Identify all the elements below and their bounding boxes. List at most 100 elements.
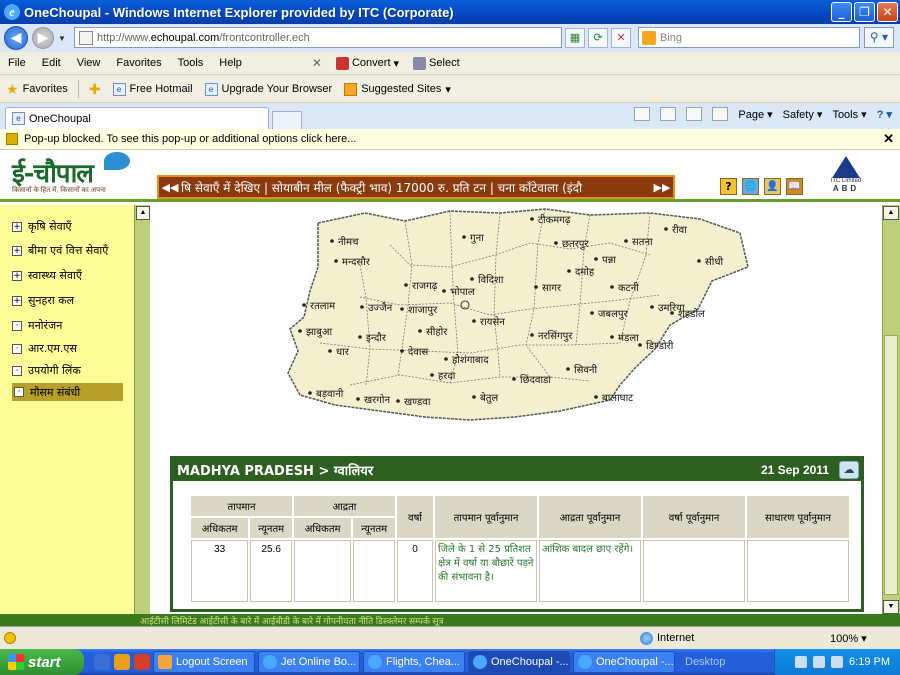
- sidebar-item-weather[interactable]: · मौसम संबंधी: [12, 383, 123, 401]
- compatibility-icon[interactable]: ▦: [565, 28, 585, 48]
- district-label[interactable]: झाबुआ: [306, 327, 333, 338]
- task-onechoupal-1[interactable]: OneChoupal -...: [468, 651, 570, 673]
- search-button[interactable]: ⚲ ▾: [864, 27, 894, 48]
- menu-tools[interactable]: Tools: [170, 57, 212, 69]
- district-label[interactable]: राजगढ़: [412, 281, 438, 292]
- refresh-icon[interactable]: ⟳: [588, 28, 608, 48]
- district-label[interactable]: सीधी: [705, 256, 724, 268]
- district-label[interactable]: मन्दसौर: [342, 256, 371, 268]
- district-label[interactable]: दमोह: [575, 266, 595, 278]
- fav-upgrade-browser[interactable]: e Upgrade Your Browser: [199, 82, 339, 96]
- district-label[interactable]: नीमच: [338, 236, 359, 248]
- page-scrollbar[interactable]: ▲ ▼: [882, 205, 900, 615]
- page-menu[interactable]: Page ▾: [738, 108, 772, 121]
- new-tab-button[interactable]: [272, 111, 302, 129]
- district-label[interactable]: खरगोन: [364, 394, 390, 406]
- district-label[interactable]: शहडोल: [678, 308, 705, 320]
- desktop-toolbar[interactable]: Desktop: [685, 656, 725, 668]
- select-button[interactable]: Select: [413, 56, 460, 70]
- task-logout-screen[interactable]: Logout Screen: [153, 651, 255, 673]
- district-label[interactable]: रायसेन: [480, 316, 505, 328]
- district-label[interactable]: विदिशा: [478, 274, 504, 286]
- stop-icon[interactable]: ✕: [611, 28, 631, 48]
- menu-edit[interactable]: Edit: [34, 57, 69, 69]
- security-zone[interactable]: Internet: [640, 631, 694, 645]
- sidebar-item-entertainment[interactable]: · मनोरंजन: [12, 318, 62, 333]
- favorites-button[interactable]: ★ Favorites: [0, 81, 74, 98]
- mail-icon[interactable]: [686, 107, 703, 121]
- sidebar-item-insurance[interactable]: + बीमा एवं वित्त सेवाएँ: [12, 243, 108, 258]
- district-label[interactable]: खण्डवा: [404, 397, 431, 408]
- browser-icon[interactable]: [134, 654, 150, 670]
- feeds-icon[interactable]: [660, 107, 677, 121]
- district-label[interactable]: इन्दौर: [366, 332, 387, 344]
- sidebar-item-rms[interactable]: · आर.एम.एस: [12, 341, 77, 356]
- zoom-level[interactable]: 100% ▾: [830, 632, 867, 645]
- district-label[interactable]: रतलाम: [310, 301, 336, 312]
- district-label[interactable]: पन्ना: [602, 255, 616, 266]
- add-favorite-button[interactable]: ✚: [83, 81, 107, 98]
- sidebar-item-health[interactable]: + स्वास्थ्य सेवाएँ: [12, 268, 82, 283]
- forward-button[interactable]: ▶: [32, 27, 54, 49]
- tools-menu[interactable]: Tools ▾: [832, 108, 866, 121]
- sidebar-item-agriculture[interactable]: + कृषि सेवाएँ: [12, 219, 72, 234]
- show-desktop-icon[interactable]: [94, 654, 110, 670]
- state-map[interactable]: टीकमगढ़ गुना छतरपुर सतना रीवा नीमच मन्दसौर पन्न…: [150, 205, 880, 455]
- district-label[interactable]: हरदा: [438, 371, 456, 382]
- scroll-up-icon[interactable]: ▲: [883, 206, 899, 220]
- task-onechoupal-2[interactable]: OneChoupal -...: [573, 651, 675, 673]
- network-tray-icon[interactable]: [813, 656, 826, 668]
- sidebar-item-useful-links[interactable]: · उपयोगी लिंक: [12, 363, 81, 378]
- tab-onechoupal[interactable]: e OneChoupal: [5, 107, 269, 129]
- user-icon[interactable]: 👤: [764, 178, 781, 195]
- scroll-down-icon[interactable]: ▼: [883, 600, 899, 614]
- cloud-icon[interactable]: ☁: [839, 461, 859, 479]
- popup-blocked-infobar[interactable]: Pop-up blocked. To see this pop-up or ad…: [0, 129, 900, 150]
- fav-suggested-sites[interactable]: Suggested Sites ▾: [338, 82, 457, 96]
- district-label[interactable]: बालाघाट: [602, 393, 634, 404]
- help-icon[interactable]: ? ▾: [877, 108, 892, 121]
- history-dropdown-icon[interactable]: ▼: [58, 34, 66, 43]
- district-label[interactable]: भोपाल: [450, 286, 475, 298]
- menu-view[interactable]: View: [69, 57, 109, 69]
- footer-links[interactable]: आईटीसी लिमिटेड आईटीसी के बारे में आईबीडी…: [0, 614, 900, 626]
- close-window-button[interactable]: ✕: [877, 2, 898, 22]
- maximize-button[interactable]: ❐: [854, 2, 875, 22]
- safety-menu[interactable]: Safety ▾: [783, 108, 823, 121]
- fav-free-hotmail[interactable]: e Free Hotmail: [107, 82, 199, 96]
- district-label[interactable]: सतना: [632, 237, 653, 248]
- close-toolbar-icon[interactable]: ✕: [312, 56, 322, 70]
- district-label[interactable]: बेतुल: [480, 392, 498, 404]
- scroll-thumb[interactable]: [884, 335, 898, 595]
- district-label[interactable]: नरसिंगपुर: [538, 330, 573, 342]
- news-ticker[interactable]: ◀◀ षि सेवाएँ में देखिए | सोयाबीन मील (फै…: [157, 175, 675, 199]
- district-label[interactable]: जबलपुर: [598, 309, 629, 320]
- help-tray-icon[interactable]: [795, 656, 808, 668]
- scroll-up-icon[interactable]: ▲: [136, 206, 150, 220]
- globe-icon[interactable]: 🌐: [742, 178, 759, 195]
- echoupal-logo[interactable]: ई-चौपाल किसानों के हित में, किसानों का अ…: [12, 152, 130, 195]
- district-label[interactable]: उज्जैन: [368, 302, 393, 314]
- district-label[interactable]: शाजापुर: [408, 305, 438, 316]
- convert-button[interactable]: Convert ▾: [335, 56, 399, 70]
- sidebar-item-future[interactable]: + सुनहरा कल: [12, 293, 74, 308]
- district-label[interactable]: कटनी: [618, 282, 639, 294]
- search-input[interactable]: Bing: [638, 27, 860, 48]
- district-label[interactable]: सीहोर: [426, 326, 448, 338]
- home-icon[interactable]: [634, 107, 651, 121]
- district-label[interactable]: टीकमगढ़: [538, 214, 571, 226]
- warning-icon[interactable]: [4, 632, 16, 644]
- minimize-button[interactable]: _: [831, 2, 852, 22]
- close-infobar-icon[interactable]: ✕: [883, 131, 894, 147]
- menu-file[interactable]: File: [0, 57, 34, 69]
- window-titlebar[interactable]: e OneChoupal - Windows Internet Explorer…: [0, 0, 900, 24]
- district-label[interactable]: बड़वानी: [316, 388, 344, 400]
- book-icon[interactable]: 📖: [786, 178, 803, 195]
- address-input[interactable]: http://www.echoupal.com/frontcontroller.…: [74, 27, 562, 48]
- district-label[interactable]: छिंदवाडा: [520, 374, 551, 386]
- back-button[interactable]: ◀: [4, 26, 28, 50]
- district-label[interactable]: रीवा: [672, 224, 687, 236]
- sidebar-scrollbar[interactable]: ▲: [134, 205, 150, 626]
- district-label[interactable]: सागर: [542, 283, 562, 294]
- district-label[interactable]: डिण्डोरी: [646, 340, 674, 352]
